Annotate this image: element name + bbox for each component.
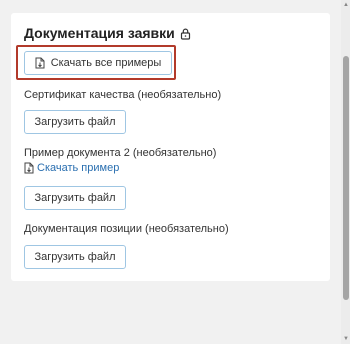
upload-button-label: Загрузить файл: [34, 251, 116, 263]
section-title: Документация заявки: [24, 25, 175, 41]
upload-button-label: Загрузить файл: [34, 192, 116, 204]
lock-icon: [180, 27, 191, 40]
field-label-position-documentation: Документация позиции (необязательно): [24, 223, 229, 235]
scroll-down-arrow-icon[interactable]: ▼: [342, 335, 350, 343]
upload-button-position-documentation[interactable]: Загрузить файл: [24, 245, 126, 269]
scroll-up-arrow-icon[interactable]: ▲: [342, 1, 350, 9]
upload-button-document-sample-2[interactable]: Загрузить файл: [24, 186, 126, 210]
field-label-quality-certificate: Сертификат качества (необязательно): [24, 89, 222, 101]
file-download-icon: [24, 162, 34, 174]
download-sample-label: Скачать пример: [37, 162, 120, 174]
field-label-document-sample-2: Пример документа 2 (необязательно): [24, 147, 217, 159]
upload-button-quality-certificate[interactable]: Загрузить файл: [24, 110, 126, 134]
download-all-button[interactable]: Скачать все примеры: [24, 51, 172, 75]
scrollbar-thumb[interactable]: [343, 56, 349, 300]
download-all-label: Скачать все примеры: [50, 57, 162, 69]
section-title-row: Документация заявки: [24, 25, 191, 41]
download-sample-link[interactable]: Скачать пример: [24, 162, 119, 174]
upload-button-label: Загрузить файл: [34, 116, 116, 128]
file-download-icon: [35, 57, 45, 69]
